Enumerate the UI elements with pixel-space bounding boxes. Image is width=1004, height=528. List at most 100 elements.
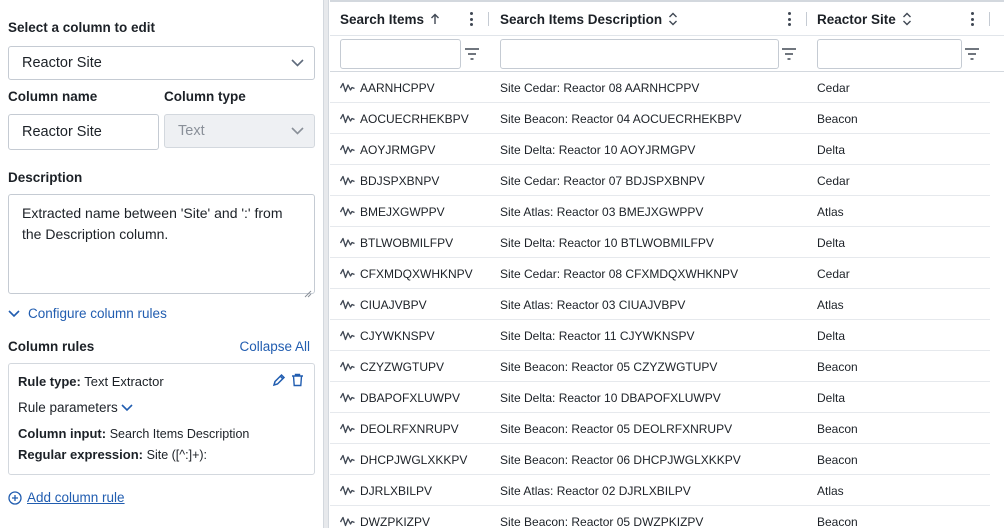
search-item-cell: DWZPKIZPV xyxy=(340,506,430,528)
add-column-rule-button[interactable]: Add column rule xyxy=(8,490,125,505)
regex-row: Regular expression: Site ([^:]+): xyxy=(18,447,207,462)
waveform-icon xyxy=(340,485,355,496)
column-select[interactable]: Reactor Site xyxy=(8,46,315,80)
cell-text: Delta xyxy=(817,235,846,250)
column-select-value: Reactor Site xyxy=(22,55,102,71)
column-menu-icon[interactable] xyxy=(466,11,476,27)
sort-unsorted-icon[interactable] xyxy=(902,12,912,26)
column-divider[interactable] xyxy=(488,12,489,26)
reactor-site-cell: Delta xyxy=(817,382,845,413)
reactor-site-cell: Cedar xyxy=(817,258,850,289)
table-row[interactable]: AOCUECRHEKBPV Site Beacon: Reactor 04 AOC… xyxy=(330,103,990,134)
waveform-icon xyxy=(340,423,355,434)
chevron-down-icon xyxy=(290,56,304,70)
waveform-icon xyxy=(340,206,355,217)
reactor-site-cell: Atlas xyxy=(817,289,844,320)
table-row[interactable]: DEOLRFXNRUPV Site Beacon: Reactor 05 DEOL… xyxy=(330,413,990,444)
rule-parameters-toggle[interactable]: Rule parameters xyxy=(18,400,133,415)
cell-text: CZYZWGTUPV xyxy=(360,359,444,374)
column-menu-icon[interactable] xyxy=(784,11,794,27)
table-row[interactable]: CIUAJVBPV Site Atlas: Reactor 03 CIUAJVBP… xyxy=(330,289,990,320)
rule-card-actions xyxy=(272,373,304,387)
column-menu-icon[interactable] xyxy=(967,11,977,27)
delete-icon[interactable] xyxy=(291,373,304,387)
column-divider[interactable] xyxy=(989,12,990,26)
reactor-site-cell: Atlas xyxy=(817,475,844,506)
cell-text: Delta xyxy=(817,390,846,405)
table-row[interactable]: CZYZWGTUPV Site Beacon: Reactor 05 CZYZWG… xyxy=(330,351,990,382)
table-row[interactable]: DJRLXBILPV Site Atlas: Reactor 02 DJRLXBI… xyxy=(330,475,990,506)
table-row[interactable]: AOYJRMGPV Site Delta: Reactor 10 AOYJRMGP… xyxy=(330,134,990,165)
table-row[interactable]: DHCPJWGLXKKPV Site Beacon: Reactor 06 DHC… xyxy=(330,444,990,475)
resize-grip-icon[interactable] xyxy=(304,283,312,298)
column-input-value: Search Items Description xyxy=(109,427,250,441)
search-items-filter-input[interactable] xyxy=(340,39,461,69)
sort-unsorted-icon[interactable] xyxy=(668,12,678,26)
add-circle-icon xyxy=(8,490,22,505)
chevron-down-icon xyxy=(290,124,304,138)
rule-type-key: Rule type: xyxy=(18,374,81,389)
column-header-reactor-site[interactable]: Reactor Site xyxy=(817,2,912,36)
filter-icon[interactable] xyxy=(465,47,479,60)
column-divider[interactable] xyxy=(806,12,807,26)
table-row[interactable]: BDJSPXBNPV Site Cedar: Reactor 07 BDJSPXB… xyxy=(330,165,990,196)
search-item-cell: DHCPJWGLXKKPV xyxy=(340,444,467,475)
edit-icon[interactable] xyxy=(272,373,286,387)
filter-icon[interactable] xyxy=(965,47,979,60)
cell-text: Site Beacon: Reactor 06 DHCPJWGLXKKPV xyxy=(500,452,741,467)
configure-column-rules-toggle[interactable]: Configure column rules xyxy=(8,306,167,321)
cell-text: Site Delta: Reactor 10 BTLWOBMILFPV xyxy=(500,235,714,250)
table-row[interactable]: BTLWOBMILFPV Site Delta: Reactor 10 BTLWO… xyxy=(330,227,990,258)
sort-ascending-icon[interactable] xyxy=(430,13,440,25)
description-cell: Site Cedar: Reactor 08 AARNHCPPV xyxy=(500,72,699,103)
panel-splitter[interactable] xyxy=(323,0,329,528)
column-name-value: Reactor Site xyxy=(22,124,102,140)
filter-icon[interactable] xyxy=(782,47,796,60)
reactor-site-cell: Beacon xyxy=(817,444,858,475)
waveform-icon xyxy=(340,516,355,527)
collapse-all-button[interactable]: Collapse All xyxy=(239,339,310,354)
rule-parameters-label: Rule parameters xyxy=(18,400,118,415)
table-row[interactable]: CJYWKNSPV Site Delta: Reactor 11 CJYWKNSP… xyxy=(330,320,990,351)
cell-text: Atlas xyxy=(817,204,844,219)
column-type-label: Column type xyxy=(164,89,246,104)
column-header-search-items-description[interactable]: Search Items Description xyxy=(500,2,678,36)
column-name-input[interactable]: Reactor Site xyxy=(8,114,159,150)
regex-value: Site ([^:]+): xyxy=(146,448,208,462)
column-header-search-items[interactable]: Search Items xyxy=(340,2,440,36)
cell-text: Site Delta: Reactor 10 DBAPOFXLUWPV xyxy=(500,390,721,405)
table-row[interactable]: CFXMDQXWHKNPV Site Cedar: Reactor 08 CFXM… xyxy=(330,258,990,289)
chevron-down-icon xyxy=(121,403,133,412)
reactor-site-cell: Beacon xyxy=(817,506,858,528)
cell-text: Site Delta: Reactor 10 AOYJRMGPV xyxy=(500,142,696,157)
cell-text: Site Atlas: Reactor 03 BMEJXGWPPV xyxy=(500,204,704,219)
cell-text: Beacon xyxy=(817,421,858,436)
search-item-cell: BTLWOBMILFPV xyxy=(340,227,453,258)
cell-text: AARNHCPPV xyxy=(360,80,435,95)
description-textarea[interactable]: Extracted name between 'Site' and ':' fr… xyxy=(8,194,315,298)
cell-text: Cedar xyxy=(817,173,850,188)
description-filter-input[interactable] xyxy=(500,39,779,69)
description-cell: Site Delta: Reactor 10 BTLWOBMILFPV xyxy=(500,227,714,258)
table-row[interactable]: DBAPOFXLUWPV Site Delta: Reactor 10 DBAPO… xyxy=(330,382,990,413)
search-item-cell: DJRLXBILPV xyxy=(340,475,432,506)
search-item-cell: AOYJRMGPV xyxy=(340,134,435,165)
table-row[interactable]: DWZPKIZPV Site Beacon: Reactor 05 DWZPKIZ… xyxy=(330,506,990,528)
description-cell: Site Delta: Reactor 11 CJYWKNSPV xyxy=(500,320,695,351)
column-type-select[interactable]: Text xyxy=(164,114,315,148)
waveform-icon xyxy=(340,144,355,155)
waveform-icon xyxy=(340,237,355,248)
description-cell: Site Atlas: Reactor 02 DJRLXBILPV xyxy=(500,475,691,506)
cell-text: Cedar xyxy=(817,266,850,281)
cell-text: DJRLXBILPV xyxy=(360,483,433,498)
reactor-site-filter-input[interactable] xyxy=(817,39,962,69)
cell-text: DBAPOFXLUWPV xyxy=(360,390,461,405)
regex-key: Regular expression: xyxy=(18,447,143,462)
reactor-site-cell: Beacon xyxy=(817,103,858,134)
description-cell: Site Atlas: Reactor 03 BMEJXGWPPV xyxy=(500,196,703,227)
table-row[interactable]: AARNHCPPV Site Cedar: Reactor 08 AARNHCPP… xyxy=(330,72,990,103)
cell-text: Atlas xyxy=(817,297,844,312)
cell-text: Beacon xyxy=(817,359,858,374)
waveform-icon xyxy=(340,392,355,403)
table-row[interactable]: BMEJXGWPPV Site Atlas: Reactor 03 BMEJXGW… xyxy=(330,196,990,227)
